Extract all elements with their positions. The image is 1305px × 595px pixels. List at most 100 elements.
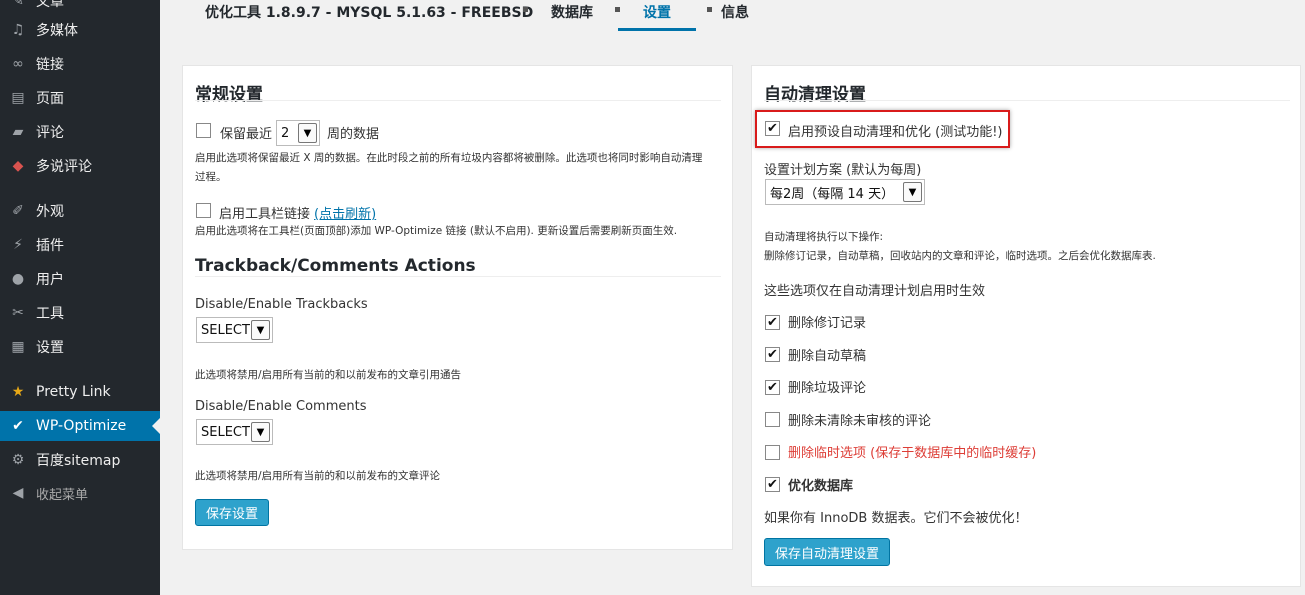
media-icon: ♫ [11, 22, 25, 38]
trackbacks-label: Disable/Enable Trackbacks [195, 297, 368, 312]
option-label: 优化数据库 [788, 479, 854, 494]
keep-weeks-select[interactable]: 2 ▼ [276, 120, 320, 146]
schedule-select[interactable]: 每2周（每隔 14 天） ▼ [765, 179, 925, 205]
divider [195, 276, 721, 277]
sidebar-item-pretty-link[interactable]: ★ Pretty Link [0, 377, 160, 407]
delete-auto-drafts-checkbox[interactable]: ✔ [765, 347, 780, 362]
sidebar-item-duoshuo[interactable]: ◆ 多说评论 [0, 151, 160, 181]
save-auto-clean-button[interactable]: 保存自动清理设置 [764, 538, 890, 566]
sidebar-item-wp-optimize[interactable]: ✔ WP-Optimize [0, 411, 160, 441]
refresh-link[interactable]: (点击刷新) [314, 203, 376, 222]
auto-clean-actions-heading: 自动清理将执行以下操作: [764, 231, 884, 243]
comments-select[interactable]: SELECT ▼ [196, 419, 273, 445]
plugin-version-title: 优化工具 1.8.9.7 - MYSQL 5.1.63 - FREEBSD [205, 5, 534, 21]
option-label: 删除垃圾评论 [788, 381, 867, 396]
delete-unapproved-comments-checkbox[interactable] [765, 412, 780, 427]
trackbacks-select[interactable]: SELECT ▼ [196, 317, 273, 343]
schedule-label: 设置计划方案 (默认为每周) [764, 163, 922, 178]
sidebar-item-plugins[interactable]: ⚡ 插件 [0, 230, 160, 260]
wrench-icon: ✂ [12, 305, 24, 321]
chevron-down-icon: ▼ [298, 123, 317, 143]
sidebar-item-label: 外观 [36, 204, 64, 220]
sidebar-item-appearance[interactable]: ✐ 外观 [0, 196, 160, 226]
collapse-menu-button[interactable]: ◀ 收起菜单 [0, 478, 160, 508]
keep-description-line: 过程。 [195, 171, 227, 183]
delete-spam-comments-checkbox[interactable]: ✔ [765, 380, 780, 395]
sidebar-item-media[interactable]: ♫ 多媒体 [0, 15, 160, 45]
tab-active-indicator [618, 28, 696, 31]
link-icon: ∞ [12, 56, 24, 72]
sidebar-item-pages[interactable]: ▤ 页面 [0, 83, 160, 113]
keep-prefix-label: 保留最近 [220, 127, 273, 142]
sidebar-item-label: 页面 [36, 91, 64, 107]
sidebar-item-label: 收起菜单 [36, 487, 89, 503]
user-icon: ● [11, 271, 25, 287]
select-value: 2 [281, 125, 290, 141]
sidebar-item-posts[interactable]: ✎ 文章 [0, 0, 160, 16]
divider [195, 100, 721, 101]
toolbar-link-label: 启用工具栏链接 [219, 207, 311, 222]
tab-database[interactable]: 数据库 [551, 2, 593, 22]
keep-data-checkbox[interactable] [196, 123, 211, 138]
enable-auto-clean-label: 启用预设自动清理和优化 (测试功能!) [788, 125, 1003, 140]
tab-info[interactable]: 信息 [721, 2, 749, 22]
comment-icon: ▰ [12, 124, 24, 140]
collapse-icon: ◀ [12, 485, 24, 501]
sidebar-item-settings[interactable]: ▦ 设置 [0, 332, 160, 362]
admin-sidebar: ✎ 文章 ♫ 多媒体 ∞ 链接 ▤ 页面 ▰ 评论 ◆ 多说评论 ✐ 外观 ⚡ … [0, 0, 160, 595]
duoshuo-icon: ◆ [12, 158, 24, 174]
sidebar-item-label: Pretty Link [36, 384, 111, 400]
sidebar-item-comments[interactable]: ▰ 评论 [0, 117, 160, 147]
delete-transient-options-checkbox[interactable] [765, 445, 780, 460]
save-settings-button[interactable]: 保存设置 [195, 499, 269, 526]
option-label: 删除自动草稿 [788, 349, 867, 364]
tab-settings[interactable]: 设置 [643, 2, 671, 22]
sidebar-item-label: 评论 [36, 125, 64, 141]
pin-icon: ✎ [12, 0, 24, 9]
only-when-enabled-note: 这些选项仅在自动清理计划启用时生效 [764, 284, 986, 299]
innodb-note: 如果你有 InnoDB 数据表。它们不会被优化！ [764, 511, 1028, 526]
sidebar-item-label: 设置 [36, 340, 64, 356]
sidebar-item-label: 百度sitemap [36, 453, 121, 469]
keep-description-line: 启用此选项将保留最近 X 周的数据。在此时段之前的所有垃圾内容都将被删除。此选项… [195, 152, 703, 164]
delete-revisions-checkbox[interactable]: ✔ [765, 315, 780, 330]
sidebar-item-label: 用户 [36, 272, 64, 288]
sidebar-item-label: WP-Optimize [36, 418, 127, 434]
panel-title: 自动清理设置 [764, 85, 866, 105]
select-value: SELECT [201, 424, 250, 440]
option-label-warning: 删除临时选项 (保存于数据库中的临时缓存) [788, 446, 1037, 461]
tab-separator [523, 7, 528, 12]
toolbar-link-description: 启用此选项将在工具栏(页面顶部)添加 WP-Optimize 链接 (默认不启用… [195, 225, 678, 237]
trackbacks-description: 此选项将禁用/启用所有当前的和以前发布的文章引用通告 [195, 369, 462, 381]
sidebar-item-links[interactable]: ∞ 链接 [0, 49, 160, 79]
auto-clean-panel: 自动清理设置 ✔ 启用预设自动清理和优化 (测试功能!) 设置计划方案 (默认为… [751, 65, 1301, 587]
comments-description: 此选项将禁用/启用所有当前的和以前发布的文章评论 [195, 470, 441, 482]
divider [764, 100, 1290, 101]
comments-label: Disable/Enable Comments [195, 399, 367, 414]
sidebar-item-baidu-sitemap[interactable]: ⚙ 百度sitemap [0, 445, 160, 475]
sidebar-item-label: 插件 [36, 238, 64, 254]
sidebar-item-label: 多媒体 [36, 23, 78, 39]
select-value: SELECT [201, 322, 250, 338]
enable-auto-clean-checkbox[interactable]: ✔ [765, 121, 780, 136]
sidebar-item-label: 多说评论 [36, 159, 92, 175]
option-label: 删除未清除未审核的评论 [788, 414, 932, 429]
chevron-down-icon: ▼ [903, 182, 922, 202]
star-icon: ★ [11, 384, 25, 400]
tab-separator [707, 7, 712, 12]
chevron-down-icon: ▼ [251, 320, 270, 340]
sidebar-item-label: 文章 [36, 0, 64, 10]
gear-icon: ⚙ [11, 452, 25, 468]
optimize-database-checkbox[interactable]: ✔ [765, 477, 780, 492]
select-value: 每2周（每隔 14 天） [770, 186, 895, 202]
page-icon: ▤ [11, 90, 25, 106]
sidebar-item-label: 工具 [36, 306, 64, 322]
tab-separator [615, 7, 620, 12]
panel-title: 常规设置 [195, 85, 263, 105]
check-circle-icon: ✔ [12, 418, 24, 434]
sidebar-item-tools[interactable]: ✂ 工具 [0, 298, 160, 328]
sidebar-item-users[interactable]: ● 用户 [0, 264, 160, 294]
settings-icon: ▦ [11, 339, 25, 355]
option-label: 删除修订记录 [788, 316, 867, 331]
toolbar-link-checkbox[interactable] [196, 203, 211, 218]
